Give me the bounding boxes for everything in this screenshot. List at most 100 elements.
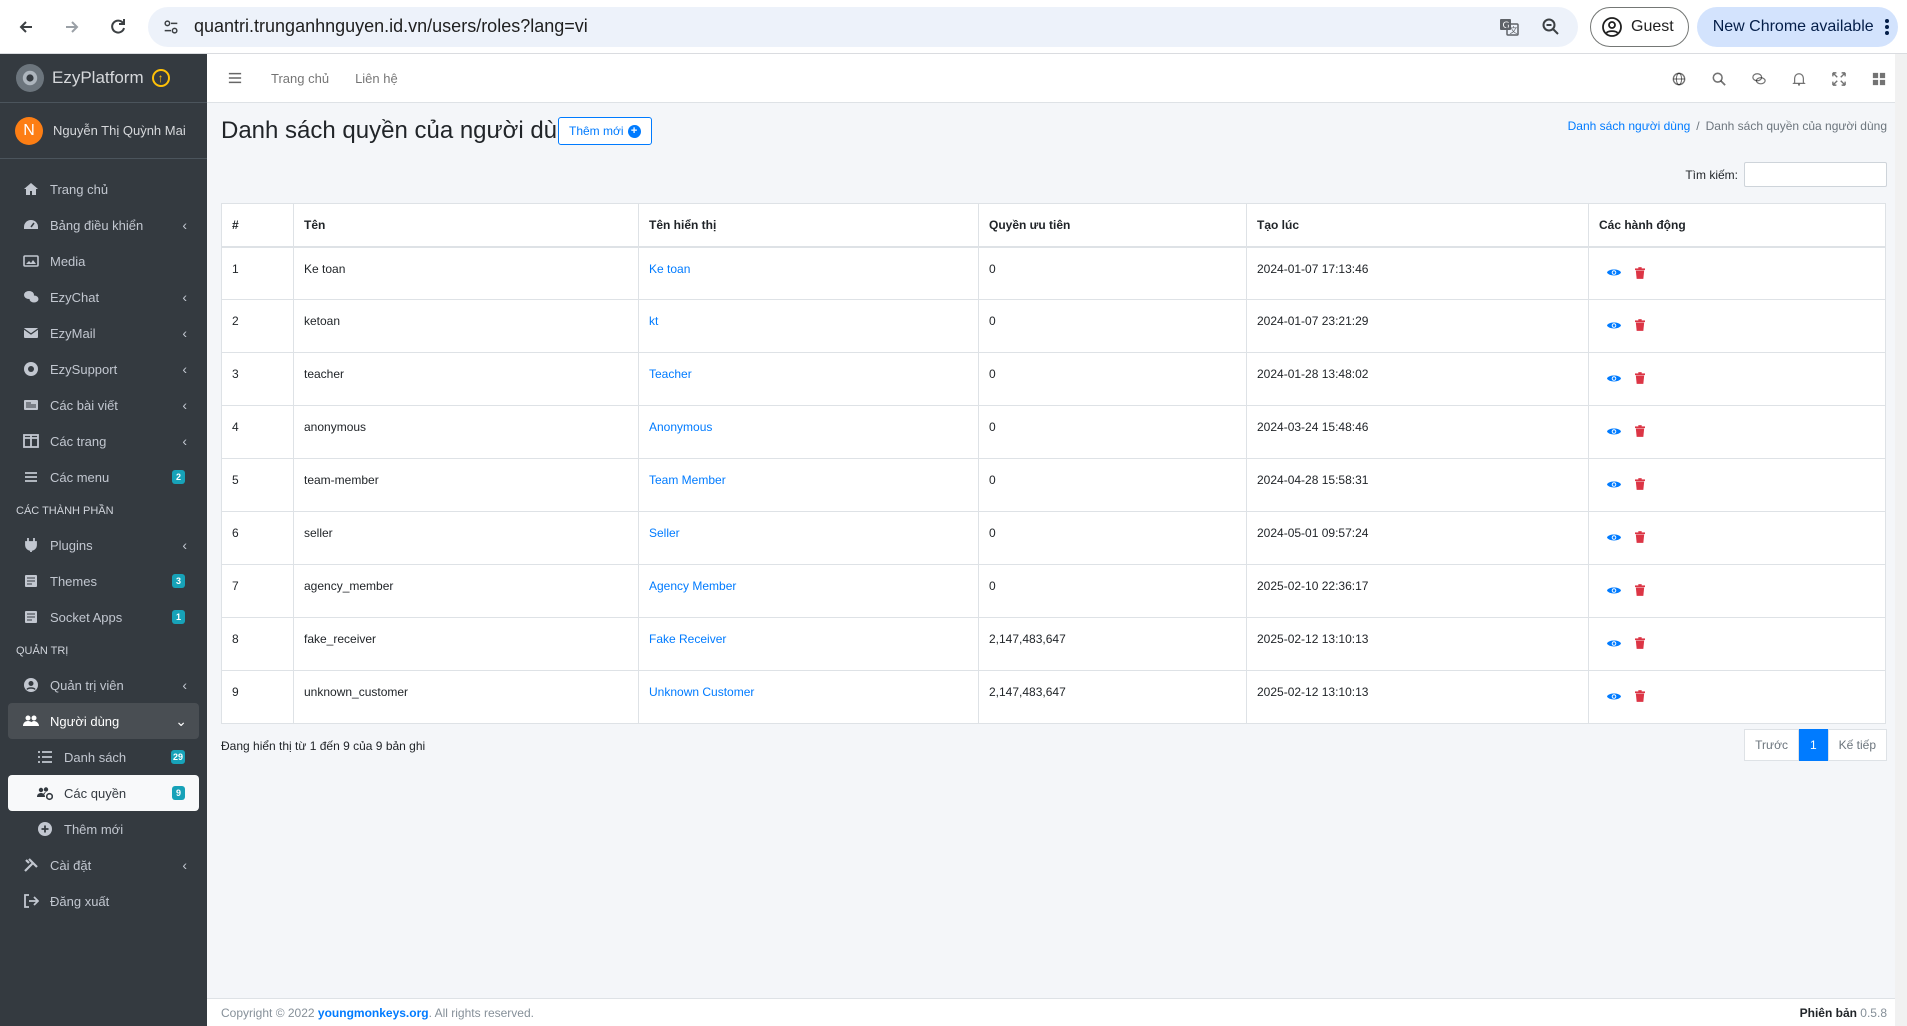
trash-icon[interactable]	[1633, 371, 1647, 385]
sidebar-item-settings[interactable]: Cài đặt ‹	[8, 847, 199, 883]
dashboard-icon	[22, 216, 40, 234]
brand-logo-icon	[16, 64, 44, 92]
url-text[interactable]: quantri.trunganhnguyen.id.vn/users/roles…	[194, 16, 1482, 37]
sidebar-item-pages[interactable]: Các trang ‹	[8, 423, 199, 459]
search-input[interactable]	[1744, 162, 1887, 187]
eye-icon[interactable]	[1607, 371, 1621, 385]
cell-display-name-link[interactable]: Unknown Customer	[638, 670, 979, 724]
eye-icon[interactable]	[1607, 583, 1621, 597]
search-icon[interactable]	[1711, 71, 1727, 87]
forward-button[interactable]	[52, 7, 92, 47]
sidebar-item-menus[interactable]: Các menu 2	[8, 459, 199, 495]
cell-display-name-link[interactable]: Teacher	[638, 352, 979, 406]
sidebar-item-home[interactable]: Trang chủ	[8, 171, 199, 207]
eye-icon[interactable]	[1607, 636, 1621, 650]
sidebar-item-dashboard[interactable]: Bảng điều khiển ‹	[8, 207, 199, 243]
sidebar-item-label: Các menu	[50, 469, 110, 485]
trash-icon[interactable]	[1633, 424, 1647, 438]
sidebar-item-roles[interactable]: Các quyền 9	[8, 775, 199, 811]
sidebar-item-plugins[interactable]: Plugins ‹	[8, 527, 199, 563]
site-info-icon[interactable]	[160, 16, 182, 38]
pagination: Trước 1 Kế tiếp	[1744, 729, 1887, 761]
profile-button[interactable]: Guest	[1590, 6, 1689, 47]
column-header-created-at[interactable]: Tạo lúc	[1246, 203, 1589, 248]
expand-icon[interactable]	[1831, 71, 1847, 87]
eye-icon[interactable]	[1607, 530, 1621, 544]
page-scrollbar[interactable]	[1895, 54, 1907, 1026]
cell-display-name-link[interactable]: Ke toan	[638, 246, 979, 300]
sidebar-item-media[interactable]: Media	[8, 243, 199, 279]
cell-created-at: 2024-01-07 17:13:46	[1246, 246, 1589, 300]
eye-icon[interactable]	[1607, 318, 1621, 332]
trash-icon[interactable]	[1633, 477, 1647, 491]
upgrade-icon[interactable]: ↑	[151, 69, 170, 87]
trash-icon[interactable]	[1633, 530, 1647, 544]
brand-name: EzyPlatform	[52, 68, 144, 87]
footer-brand-link[interactable]: youngmonkeys.org	[318, 1006, 429, 1020]
comments-icon[interactable]	[1751, 71, 1767, 87]
trash-icon[interactable]	[1633, 583, 1647, 597]
plus-circle-icon	[36, 820, 54, 838]
trash-icon[interactable]	[1633, 318, 1647, 332]
user-panel[interactable]: N Nguyễn Thị Quỳnh Mai	[0, 103, 207, 159]
nav-link-home[interactable]: Trang chủ	[271, 71, 329, 86]
add-role-button[interactable]: Thêm mới +	[558, 117, 652, 145]
cell-display-name-link[interactable]: Seller	[638, 511, 979, 565]
sidebar-item-add-user[interactable]: Thêm mới	[8, 811, 199, 847]
cell-created-at: 2025-02-12 13:10:13	[1246, 617, 1589, 671]
globe-icon[interactable]	[1671, 71, 1687, 87]
eye-icon[interactable]	[1607, 266, 1621, 280]
cell-display-name-link[interactable]: Team Member	[638, 458, 979, 512]
sidebar-item-users-list[interactable]: Danh sách 29	[8, 739, 199, 775]
cell-created-at: 2025-02-12 13:10:13	[1246, 670, 1589, 724]
pagination-page[interactable]: 1	[1798, 729, 1828, 761]
sidebar-item-themes[interactable]: Themes 3	[8, 563, 199, 599]
sidebar-item-ezymail[interactable]: EzyMail ‹	[8, 315, 199, 351]
cell-actions	[1588, 405, 1886, 459]
column-header-index[interactable]: #	[221, 203, 294, 248]
sidebar-item-ezysupport[interactable]: EzySupport ‹	[8, 351, 199, 387]
bell-icon[interactable]	[1791, 71, 1807, 87]
trash-icon[interactable]	[1633, 689, 1647, 703]
eye-icon[interactable]	[1607, 477, 1621, 491]
cell-display-name-link[interactable]: Fake Receiver	[638, 617, 979, 671]
cell-priority: 0	[978, 458, 1247, 512]
pagination-next[interactable]: Kế tiếp	[1827, 729, 1887, 761]
breadcrumb-link-users[interactable]: Danh sách người dùng	[1568, 119, 1691, 133]
reload-button[interactable]	[98, 7, 138, 47]
cell-display-name-link[interactable]: Agency Member	[638, 564, 979, 618]
translate-icon[interactable]: G文	[1494, 12, 1524, 42]
grid-icon[interactable]	[1871, 71, 1887, 87]
chevron-left-icon: ‹	[182, 325, 187, 341]
hamburger-menu-icon[interactable]	[225, 68, 245, 88]
nav-link-contact[interactable]: Liên hệ	[355, 71, 398, 86]
chevron-down-icon: ⌄	[175, 712, 187, 729]
sidebar-item-ezychat[interactable]: EzyChat ‹	[8, 279, 199, 315]
cell-display-name-link[interactable]: kt	[638, 299, 979, 353]
socket-icon	[22, 608, 40, 626]
column-header-priority[interactable]: Quyền ưu tiên	[978, 203, 1247, 248]
sidebar-item-logout[interactable]: Đăng xuất	[8, 883, 199, 919]
sidebar-item-posts[interactable]: Các bài viết ‹	[8, 387, 199, 423]
eye-icon[interactable]	[1607, 689, 1621, 703]
rights-text: . All rights reserved.	[428, 1005, 534, 1020]
back-button[interactable]	[6, 7, 46, 47]
chrome-update-button[interactable]: New Chrome available	[1696, 6, 1898, 47]
cell-display-name-link[interactable]: Anonymous	[638, 405, 979, 459]
trash-icon[interactable]	[1633, 636, 1647, 650]
app-navbar: Trang chủ Liên hệ	[207, 54, 1907, 103]
sidebar-item-label: EzyMail	[50, 325, 96, 341]
cell-created-at: 2024-01-07 23:21:29	[1246, 299, 1589, 353]
zoom-icon[interactable]	[1536, 12, 1566, 42]
sidebar-item-admins[interactable]: Quản trị viên ‹	[8, 667, 199, 703]
sidebar-item-users[interactable]: Người dùng ⌄	[8, 703, 199, 739]
trash-icon[interactable]	[1633, 266, 1647, 280]
sidebar-item-socket-apps[interactable]: Socket Apps 1	[8, 599, 199, 635]
address-bar[interactable]: quantri.trunganhnguyen.id.vn/users/roles…	[148, 6, 1578, 47]
brand-link[interactable]: EzyPlatform ↑	[0, 54, 207, 103]
eye-icon[interactable]	[1607, 424, 1621, 438]
pagination-prev[interactable]: Trước	[1744, 729, 1799, 761]
column-header-display-name[interactable]: Tên hiển thị	[638, 203, 979, 248]
chevron-left-icon: ‹	[182, 397, 187, 413]
column-header-name[interactable]: Tên	[293, 203, 639, 248]
